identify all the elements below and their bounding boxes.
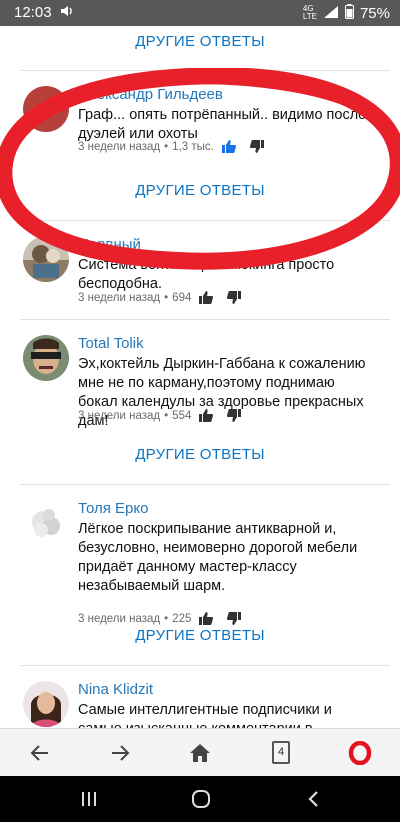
- home-circle-icon[interactable]: [191, 789, 211, 814]
- comments-list[interactable]: ДРУГИЕ ОТВЕТЫ A Александр Гильдеев Граф.…: [0, 26, 400, 728]
- comment-author[interactable]: Nina Klidzit: [78, 681, 153, 698]
- comment-meta: 3 недели назад • 554: [78, 409, 242, 422]
- comment-meta: 3 недели назад • 1,3 тыс.: [78, 140, 264, 153]
- like-icon[interactable]: [199, 409, 214, 422]
- dislike-icon[interactable]: [227, 291, 242, 304]
- comment-time: 3 недели назад: [78, 409, 161, 422]
- dislike-icon[interactable]: [249, 140, 264, 153]
- dislike-icon[interactable]: [227, 612, 242, 625]
- signal-icon: [323, 5, 339, 22]
- comment-text: Система вентиляции смокинга просто беспо…: [78, 257, 335, 292]
- avatar[interactable]: [23, 236, 69, 282]
- avatar[interactable]: [23, 335, 69, 381]
- comment-text: Граф... опять потрёпанный.. видимо после…: [78, 107, 367, 142]
- comment-time: 3 недели назад: [78, 612, 161, 625]
- comment-time: 3 недели назад: [78, 291, 161, 304]
- volume-icon: [60, 4, 74, 21]
- comment-meta: 3 недели назад • 694: [78, 291, 242, 304]
- system-navigation-bar: [0, 776, 400, 822]
- more-replies-button[interactable]: ДРУГИЕ ОТВЕТЫ: [0, 446, 400, 463]
- recent-apps-icon[interactable]: [80, 790, 98, 813]
- tabs-icon[interactable]: 4: [272, 741, 290, 764]
- divider: [20, 220, 390, 221]
- divider: [20, 484, 390, 485]
- system-back-icon[interactable]: [306, 790, 320, 813]
- comment-author[interactable]: Александр Гильдеев: [78, 86, 223, 103]
- more-replies-button[interactable]: ДРУГИЕ ОТВЕТЫ: [0, 33, 400, 50]
- network-indicator: 4G LTE: [302, 4, 317, 21]
- status-time: 12:03: [14, 4, 52, 21]
- avatar[interactable]: A: [23, 86, 69, 132]
- forward-arrow-icon[interactable]: [108, 741, 132, 765]
- comment-text: Лёгкое поскрипывание антикварной и, безу…: [78, 521, 358, 594]
- browser-bottom-bar: 4: [0, 728, 400, 776]
- comment-meta: 3 недели назад • 225: [78, 612, 242, 625]
- divider: [20, 319, 390, 320]
- dislike-icon[interactable]: [227, 409, 242, 422]
- home-icon[interactable]: [188, 741, 212, 765]
- like-count: 554: [172, 409, 192, 422]
- like-count: 225: [172, 612, 192, 625]
- status-bar: 12:03 4G LTE 75%: [0, 0, 400, 26]
- like-count: 694: [172, 291, 192, 304]
- more-replies-button[interactable]: ДРУГИЕ ОТВЕТЫ: [0, 627, 400, 644]
- comment-author[interactable]: Total Tolik: [78, 335, 144, 352]
- like-icon[interactable]: [199, 291, 214, 304]
- avatar[interactable]: [23, 681, 69, 727]
- like-icon[interactable]: [199, 612, 214, 625]
- divider: [20, 70, 390, 71]
- comment-time: 3 недели назад: [78, 140, 161, 153]
- like-count: 1,3 тыс.: [172, 140, 214, 153]
- comment-author[interactable]: Нервный: [78, 236, 141, 253]
- more-replies-button[interactable]: ДРУГИЕ ОТВЕТЫ: [0, 182, 400, 199]
- opera-icon[interactable]: [348, 740, 372, 766]
- avatar[interactable]: [23, 500, 69, 546]
- back-arrow-icon[interactable]: [28, 741, 52, 765]
- comment-author[interactable]: Толя Ерко: [78, 500, 148, 517]
- battery-percent: 75%: [359, 4, 390, 22]
- like-icon[interactable]: [221, 140, 236, 153]
- battery-icon: [344, 4, 354, 22]
- divider: [20, 665, 390, 666]
- comment-text: Самые интеллигентные подписчики и самые …: [78, 702, 332, 728]
